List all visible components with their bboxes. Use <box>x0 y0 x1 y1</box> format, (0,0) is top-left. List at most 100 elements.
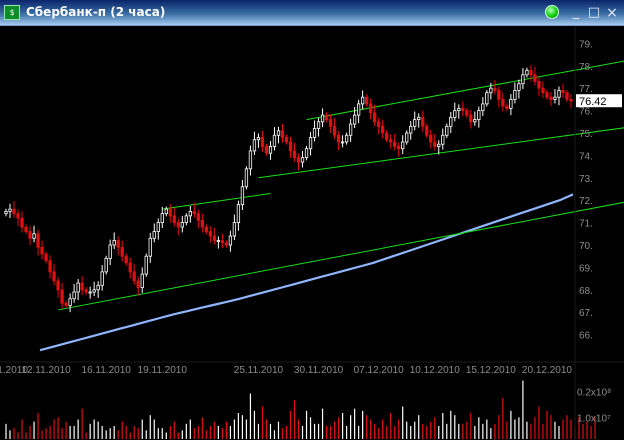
candle-body <box>28 231 32 239</box>
candle-body <box>449 116 453 127</box>
candle-body <box>204 226 208 232</box>
candle-body <box>348 123 353 136</box>
candle-body <box>569 99 573 102</box>
candle-body <box>132 271 136 282</box>
candle-body <box>541 87 545 94</box>
candle-body <box>549 96 553 100</box>
candle-body <box>537 81 541 89</box>
candle-body <box>288 141 293 152</box>
candle-body <box>393 141 397 147</box>
candle-body <box>264 146 269 154</box>
candle-body <box>292 150 297 159</box>
minimize-button[interactable]: _ <box>568 6 584 20</box>
close-button[interactable]: × <box>604 6 620 20</box>
candle-body <box>240 186 245 206</box>
candle-body <box>332 125 337 136</box>
candle-body <box>164 208 168 215</box>
price-panel <box>4 60 624 352</box>
candle-body <box>356 103 361 116</box>
candle-body <box>268 146 273 154</box>
axis-panel: 66. 67. 68. 69. 70. 71. 72. 73. 74. 75. 76. 77. 78. 7… <box>0 26 624 440</box>
candle-body <box>160 213 164 223</box>
candle-body <box>501 99 505 107</box>
candle-body <box>248 150 253 170</box>
candle-body <box>425 125 429 136</box>
candle-body <box>172 215 176 223</box>
candle-body <box>20 217 24 228</box>
x-tick-label: 19.11.2010 <box>138 365 188 376</box>
candle-body <box>244 168 249 188</box>
candle-body <box>56 280 60 291</box>
candle-body <box>397 146 401 150</box>
candle-body <box>525 69 529 76</box>
candle-body <box>497 90 501 100</box>
candle-body <box>108 244 112 259</box>
candle-body <box>12 208 16 215</box>
candle-body <box>441 134 445 145</box>
candle-body <box>517 83 521 91</box>
candle-body <box>505 105 509 109</box>
x-tick-label: 25.11.2010 <box>234 365 284 376</box>
candle-body <box>148 237 152 257</box>
candle-body <box>521 74 525 85</box>
candle-body <box>473 119 477 123</box>
candle-body <box>533 74 537 82</box>
candle-body <box>429 134 433 143</box>
moving-average-line <box>39 193 574 352</box>
candle-body <box>224 242 229 246</box>
candle-body <box>124 255 128 264</box>
candle-body <box>156 222 160 232</box>
candle-body <box>360 96 365 105</box>
candle-body <box>212 235 217 241</box>
candle-body <box>324 114 329 120</box>
candle-body <box>92 289 96 293</box>
x-tick-label: 10.12.2010 <box>410 365 460 376</box>
candle-body <box>72 291 76 300</box>
title-bar[interactable]: $ Сбербанк-п (2 часа) _ □ × <box>0 0 624 26</box>
candle-body <box>433 141 437 147</box>
candle-body <box>272 134 277 147</box>
candle-body <box>228 235 233 246</box>
candle-body <box>320 114 325 123</box>
candle-body <box>88 291 92 294</box>
candle-body <box>481 103 485 112</box>
candle-body <box>280 130 285 138</box>
candle-body <box>328 119 333 127</box>
candle-body <box>509 99 513 109</box>
candle-body <box>300 157 305 163</box>
connection-status-icon[interactable] <box>545 5 559 19</box>
candle-body <box>477 110 481 120</box>
y-tick-label: 73. <box>579 174 593 185</box>
candle-body <box>529 69 533 76</box>
candle-body <box>180 222 184 228</box>
candle-body <box>336 134 341 143</box>
candle-body <box>192 210 196 215</box>
candle-body <box>184 215 188 223</box>
candle-body <box>445 125 449 136</box>
candle-body <box>144 255 148 275</box>
trend-channel-line <box>162 192 271 210</box>
candle-body <box>40 246 44 255</box>
candle-body <box>385 132 389 141</box>
price-chart[interactable]: 66. 67. 68. 69. 70. 71. 72. 73. 74. 75. 76. 77. 78. 7… <box>0 26 624 440</box>
x-tick-label: 07.12.2010 <box>354 365 404 376</box>
candle-body <box>168 208 172 217</box>
maximize-button[interactable]: □ <box>586 6 602 20</box>
x-tick-label: 20.12.2010 <box>522 365 572 376</box>
y-tick-label: 69. <box>579 263 593 274</box>
candle-body <box>493 87 497 91</box>
volume-panel <box>5 380 596 439</box>
candle-body <box>36 233 40 248</box>
candle-body <box>296 157 301 163</box>
candle-body <box>368 103 373 114</box>
candle-body <box>112 240 116 246</box>
candle-body <box>352 114 357 125</box>
candle-body <box>104 258 108 273</box>
candle-body <box>196 213 200 221</box>
candle-body <box>565 92 569 100</box>
candle-body <box>232 222 237 237</box>
candle-body <box>116 240 120 248</box>
candle-body <box>220 240 225 244</box>
candle-body <box>68 298 72 306</box>
y-tick-label: 77. <box>579 84 593 95</box>
